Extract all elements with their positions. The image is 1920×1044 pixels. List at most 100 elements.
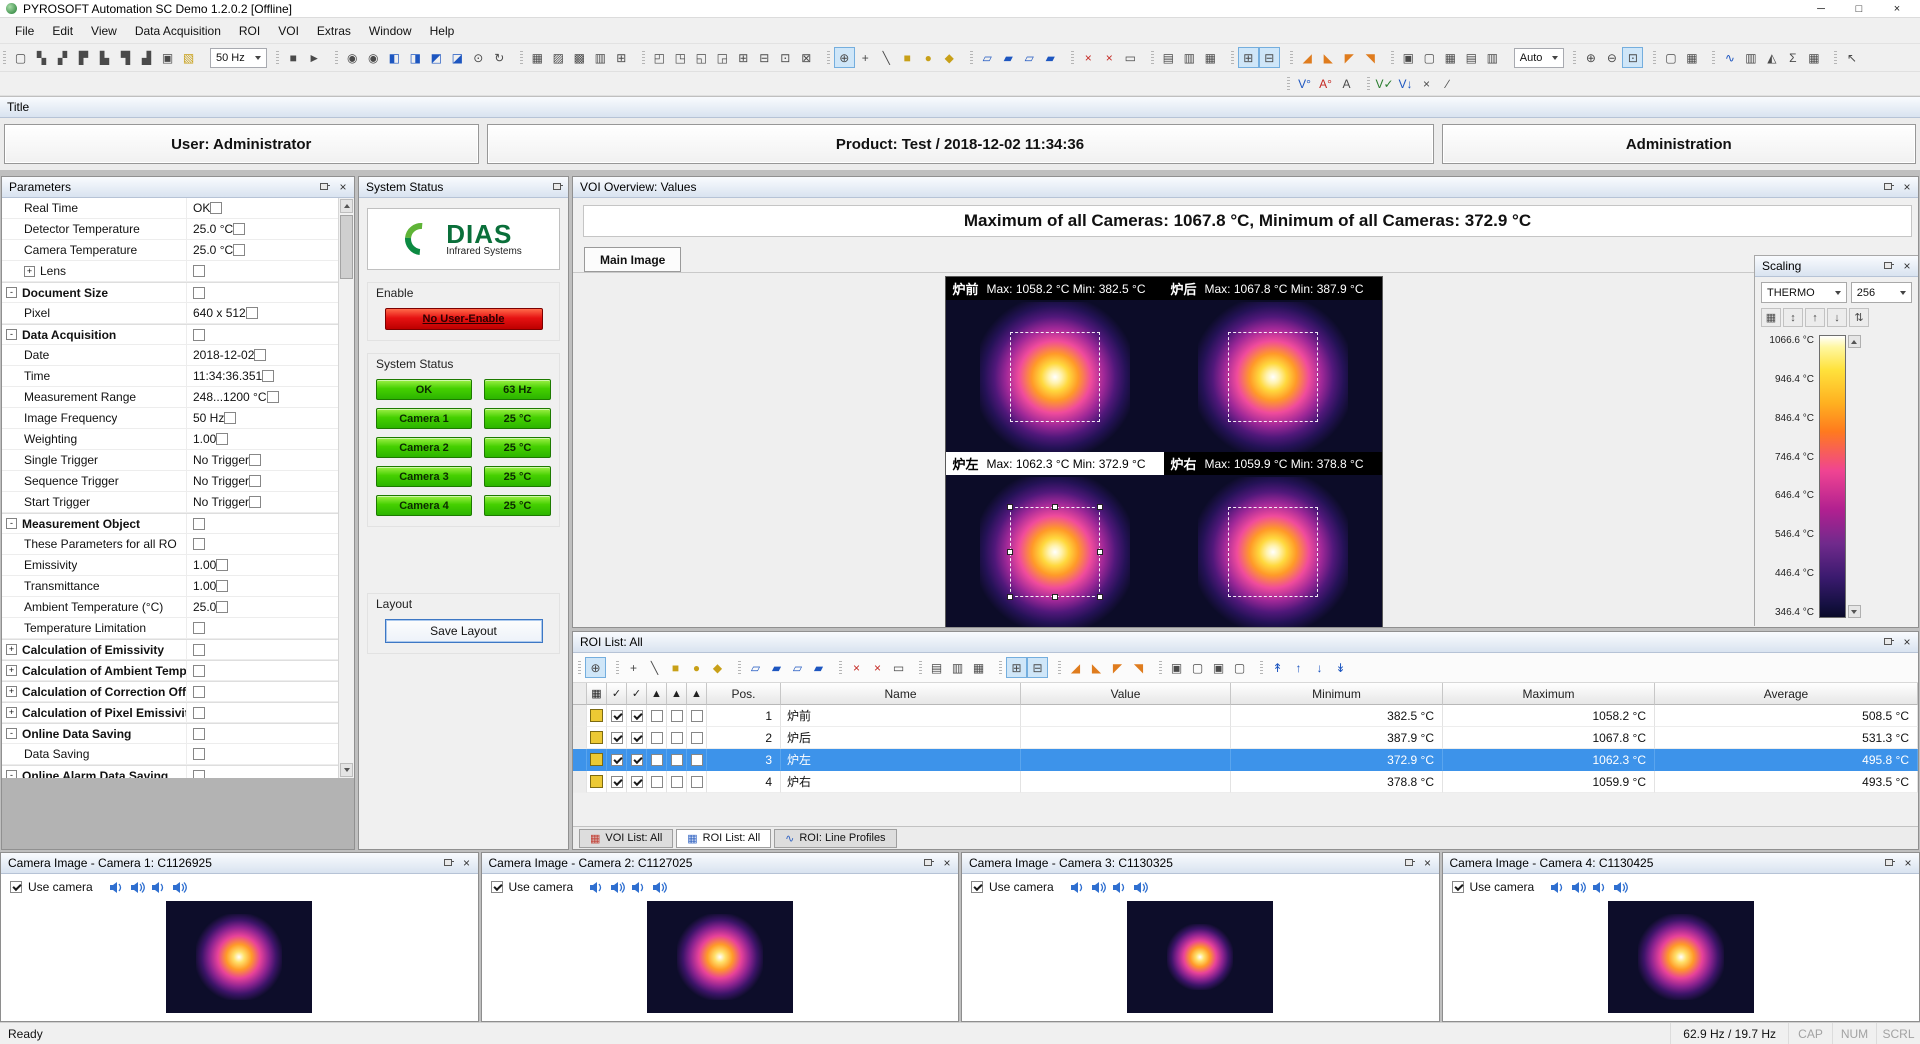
parameter-checkbox[interactable] [216,433,228,445]
roi-alarm1-checkbox[interactable] [651,732,663,744]
炉右[interactable]: 4 炉右 378.8 °C 1059.9 °C 493.5 °C [573,771,1918,793]
close-button[interactable]: × [1878,3,1916,15]
parameter-row[interactable]: Sequence Trigger No Trigger [2,471,338,492]
parameter-value-cell[interactable]: 25.0 °C [186,219,338,239]
levels-combo[interactable]: 256 [1851,282,1912,303]
list-tab[interactable]: ▦ ROI List: All [676,829,771,848]
pin-icon[interactable] [1884,857,1895,869]
scale-scroll-down-icon[interactable] [1848,605,1861,618]
roi-handle[interactable] [1097,504,1103,510]
voi-clear-icon[interactable]: ⊠ [796,47,817,68]
save-layout-2-icon[interactable]: ▜ [115,47,136,68]
alarm-output-1-icon[interactable]: ◢ [1297,47,1318,68]
camera-audio-icon[interactable] [1592,881,1607,894]
roi-report-icon[interactable]: ▥ [947,657,968,678]
stop-icon[interactable]: ■ [283,47,304,68]
group-rois-icon[interactable]: ▣ [1208,657,1229,678]
炉左[interactable]: 3 炉左 372.9 °C 1062.3 °C 495.8 °C [573,749,1918,771]
load-layout-2-icon[interactable]: ▞ [52,47,73,68]
parameter-value-cell[interactable]: 1.00 [186,429,338,449]
reset-rois-icon[interactable]: ▭ [1120,47,1141,68]
close-icon[interactable]: × [461,856,473,870]
parameter-checkbox[interactable] [193,770,205,779]
voi-quadrant-4-icon[interactable]: ◲ [712,47,733,68]
parameter-row[interactable]: Pixel 640 x 512 [2,303,338,324]
scrollbar-thumb[interactable] [340,215,353,279]
frequency-combo[interactable]: 50 Hz [210,48,267,68]
camera-thermal-image[interactable] [647,901,793,1013]
parameter-row[interactable]: Camera Temperature 25.0 °C [2,240,338,261]
polygon-roi-icon[interactable]: ◆ [707,657,728,678]
align-rois-icon[interactable]: ▥ [1482,47,1503,68]
fullscreen-icon[interactable]: ▢ [1660,47,1681,68]
show-roi-frames-icon[interactable]: ⊞ [1006,657,1027,678]
menu-item[interactable]: Extras [308,20,360,42]
bring-to-front-icon[interactable]: ▣ [1166,657,1187,678]
close-icon[interactable]: × [941,856,953,870]
parameter-value-cell[interactable]: 248...1200 °C [186,387,338,407]
use-camera-checkbox[interactable] [1452,881,1464,893]
close-icon[interactable]: × [337,180,349,194]
alarm-output-4-icon[interactable]: ◥ [1360,47,1381,68]
write-outputs-icon[interactable]: V↓ [1395,73,1416,94]
add-roi-icon[interactable]: + [623,657,644,678]
roi-frame[interactable] [1010,507,1100,597]
column-header-pos[interactable]: Pos. [707,683,781,705]
parameter-value-cell[interactable]: No Trigger [186,492,338,512]
open-folder-icon[interactable]: ▧ [178,47,199,68]
parameter-row[interactable]: These Parameters for all RO [2,534,338,555]
parameter-checkbox[interactable] [224,412,236,424]
parameter-row[interactable]: Transmittance 1.00 [2,576,338,597]
parameter-row[interactable]: Measurement Range 248...1200 °C [2,387,338,408]
alarm-output-3-icon[interactable]: ◤ [1107,657,1128,678]
roi-alarm3-checkbox[interactable] [691,732,703,744]
alarm-output-1-icon[interactable]: ◢ [1065,657,1086,678]
parameter-checkbox[interactable] [249,475,261,487]
voi-quadrant-1-icon[interactable]: ◰ [649,47,670,68]
roi-color-swatch[interactable] [590,753,603,766]
close-icon[interactable]: × [1902,856,1914,870]
roi-visible-checkbox[interactable] [611,776,623,788]
camera-audio-icon[interactable] [109,881,124,894]
parameter-checkbox[interactable] [262,370,274,382]
parameters-scrollbar[interactable] [338,198,354,778]
roi-alarm1-checkbox[interactable] [651,754,663,766]
parameter-row[interactable]: - Online Data Saving [2,723,338,744]
parameter-value-cell[interactable]: OK [186,198,338,218]
list-tab[interactable]: ▦ VOI List: All [579,829,673,848]
pin-icon[interactable] [552,181,563,193]
import-roi-icon[interactable]: ▰ [1040,47,1061,68]
parameter-row[interactable]: Date 2018-12-02 [2,345,338,366]
voltage-output-icon[interactable]: V° [1294,73,1315,94]
parameter-value-cell[interactable]: 1.00 [186,576,338,596]
camera-audio-icon[interactable] [1550,881,1565,894]
parameter-value-cell[interactable]: 11:34:36.351 [186,366,338,386]
user-enable-button[interactable]: No User-Enable [385,308,543,330]
isotherm-icon[interactable]: ▨ [548,47,569,68]
camera-thermal-image[interactable] [166,901,312,1013]
move-roi-top-icon[interactable]: ↟ [1267,657,1288,678]
parameter-checkbox[interactable] [193,644,205,656]
expand-toggle-icon[interactable]: - [6,728,17,739]
expand-toggle-icon[interactable]: + [6,707,17,718]
parameter-row[interactable]: - Document Size [2,282,338,303]
menu-item[interactable]: VOI [269,20,308,42]
save-layout-1-icon[interactable]: ▙ [94,47,115,68]
roi-active-column-icon[interactable]: ✓ [627,683,647,705]
parameter-row[interactable]: + Lens [2,261,338,282]
auto-scale-combo[interactable]: Auto [1514,48,1565,68]
parameter-value-cell[interactable]: 25.0 [186,597,338,617]
voi-quadrant-3-icon[interactable]: ◱ [691,47,712,68]
parameter-checkbox[interactable] [210,202,222,214]
roi-handle[interactable] [1052,504,1058,510]
scale-scroll-up-icon[interactable] [1848,335,1861,348]
copy-roi-icon[interactable]: ▱ [745,657,766,678]
parameter-value-cell[interactable] [186,766,338,778]
roi-active-checkbox[interactable] [631,754,643,766]
reset-rois-icon[interactable]: ▭ [888,657,909,678]
camera-audio-icon[interactable] [172,881,187,894]
data-grid-icon[interactable]: ▦ [1803,47,1824,68]
column-header-maximum[interactable]: Maximum [1443,683,1655,705]
show-roi-frames-icon[interactable]: ⊞ [1238,47,1259,68]
pin-icon[interactable] [1883,181,1894,193]
